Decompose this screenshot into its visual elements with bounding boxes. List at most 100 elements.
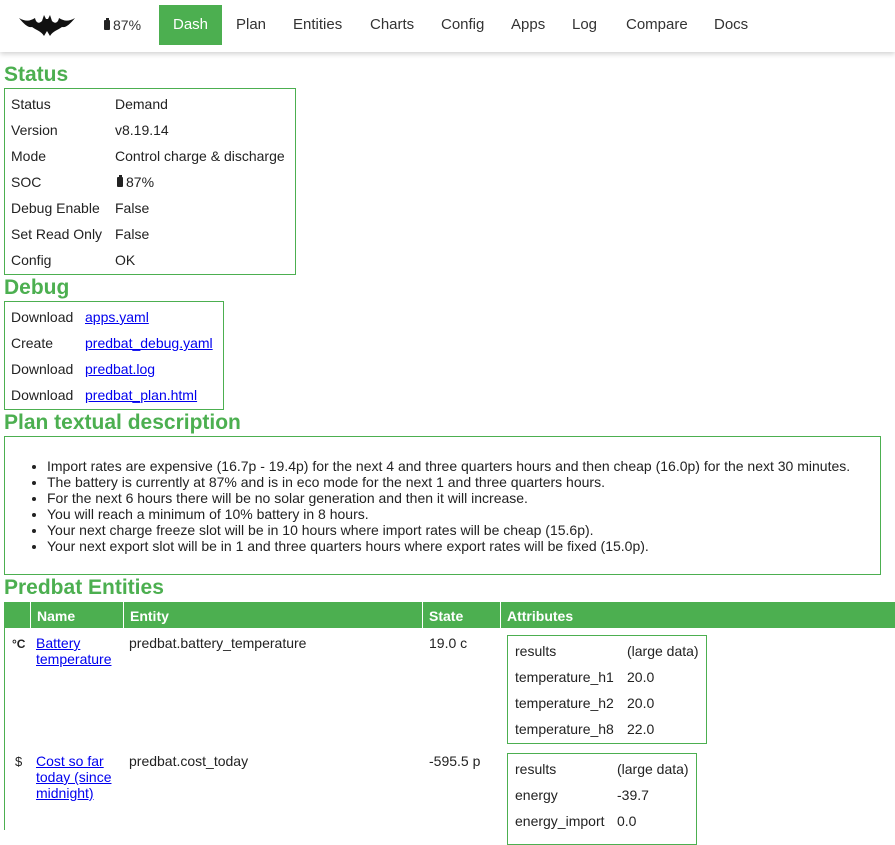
col-entity: Entity [123,602,422,628]
plan-item: You will reach a minimum of 10% battery … [47,506,850,522]
battery-icon [117,175,123,187]
debug-row: Create predbat_debug.yaml [5,330,223,356]
soc-key: SOC [11,174,42,190]
debug-row: Download predbat.log [5,356,223,382]
set-read-only-row: Set Read Only False [5,221,295,247]
battery-percent: 87% [113,17,142,33]
attributes-table: results (large data) energy -39.7 energy_i… [507,753,697,845]
bat-logo-icon[interactable] [18,12,76,38]
nav-docs[interactable]: Docs [700,5,762,45]
plan-list: Import rates are expensive (16.7p - 19.4… [5,458,850,554]
attribute-value: 20.0 [627,669,655,685]
entity-id: predbat.battery_temperature [129,635,307,651]
predbat-log-link[interactable]: predbat.log [85,356,155,382]
battery-icon [104,18,110,30]
status-heading: Status [4,63,69,86]
plan-item: Your next charge freeze slot will be in … [47,522,850,538]
plan-html-link[interactable]: predbat_plan.html [85,382,197,408]
attribute-value: 0.0 [617,813,637,829]
mode-row: Mode Control charge & discharge [5,143,295,169]
attribute-value: (large data) [617,761,689,777]
mode-value: Control charge & discharge [115,148,285,164]
plan-item: The battery is currently at 87% and is i… [47,474,850,490]
nav-compare[interactable]: Compare [612,5,702,45]
attribute-row: results (large data) [508,638,706,664]
debug-action: Create [11,335,54,351]
attribute-row: temperature_h8 22.0 [508,716,706,742]
nav-apps[interactable]: Apps [497,5,559,45]
status-table: Status Demand Version v8.19.14 Mode Control… [4,88,296,275]
col-state: State [422,602,500,628]
entity-state: 19.0 c [429,635,468,651]
nav-charts[interactable]: Charts [356,5,428,45]
attribute-value: (large data) [627,643,699,659]
debug-enable-value: False [115,200,150,216]
config-value: OK [115,252,136,268]
nav-config[interactable]: Config [427,5,498,45]
entity-state: -595.5 p [429,753,481,769]
plan-item: For the next 6 hours there will be no so… [47,490,850,506]
status-row: Status Demand [5,91,295,117]
plan-item: Import rates are expensive (16.7p - 19.4… [47,458,850,474]
attribute-value: 22.0 [627,721,655,737]
debug-action: Download [11,387,74,403]
version-key: Version [11,122,58,138]
plan-description-box: Import rates are expensive (16.7p - 19.4… [4,436,881,575]
thermometer-icon: °C [12,637,26,651]
version-value: v8.19.14 [115,122,169,138]
attribute-row: energy -39.7 [508,782,696,808]
debug-table: Download apps.yaml Create predbat_debug.ya… [4,301,224,410]
plan-heading: Plan textual description [4,411,241,434]
apps-yaml-link[interactable]: apps.yaml [85,304,149,330]
dollar-icon: $ [15,754,23,769]
debug-yaml-link[interactable]: predbat_debug.yaml [85,330,213,356]
nav-log[interactable]: Log [558,5,611,45]
entity-name-link[interactable]: Battery temperature [36,635,122,667]
config-key: Config [11,252,52,268]
config-row: Config OK [5,247,295,273]
attribute-row: results (large data) [508,756,696,782]
top-nav-bar: 87% Dash Plan Entities Charts Config App… [0,0,895,52]
entities-table: Name Entity State Attributes °C Battery … [4,602,895,845]
attribute-row: energy_import 0.0 [508,808,696,834]
status-value: Demand [115,96,168,112]
attribute-key: energy_import [515,813,605,829]
soc-value: 87% [126,174,155,190]
debug-action: Download [11,361,74,377]
status-key: Status [11,96,51,112]
debug-heading: Debug [4,276,70,299]
debug-row: Download predbat_plan.html [5,382,223,408]
mode-key: Mode [11,148,47,164]
attribute-key: temperature_h1 [515,669,614,685]
attribute-value: -39.7 [617,787,649,803]
nav-plan[interactable]: Plan [222,5,280,45]
attribute-key: energy [515,787,558,803]
plan-item: Your next export slot will be in 1 and t… [47,538,850,554]
attributes-table: results (large data) temperature_h1 20.0 t… [507,635,707,744]
attribute-key: temperature_h2 [515,695,614,711]
version-row: Version v8.19.14 [5,117,295,143]
debug-enable-row: Debug Enable False [5,195,295,221]
attribute-value: 20.0 [627,695,655,711]
nav-entities[interactable]: Entities [279,5,356,45]
nav-dash[interactable]: Dash [159,5,222,45]
battery-status: 87% [104,17,141,33]
attribute-key: results [515,643,557,659]
col-name: Name [30,602,123,628]
attribute-key: results [515,761,557,777]
soc-value-wrap: 87% [117,169,154,195]
attribute-row: temperature_h2 20.0 [508,690,706,716]
debug-action: Download [11,309,74,325]
attribute-row: temperature_h1 20.0 [508,664,706,690]
table-header: Name Entity State Attributes [5,602,895,628]
entity-name-link[interactable]: Cost so far today (since midnight) [36,753,122,801]
set-read-only-value: False [115,226,150,242]
debug-enable-key: Debug Enable [11,200,100,216]
debug-row: Download apps.yaml [5,304,223,330]
col-attributes: Attributes [500,602,895,628]
entity-id: predbat.cost_today [129,753,249,769]
soc-row: SOC 87% [5,169,295,195]
set-read-only-key: Set Read Only [11,226,103,242]
entities-heading: Predbat Entities [4,576,164,599]
attribute-key: temperature_h8 [515,721,614,737]
